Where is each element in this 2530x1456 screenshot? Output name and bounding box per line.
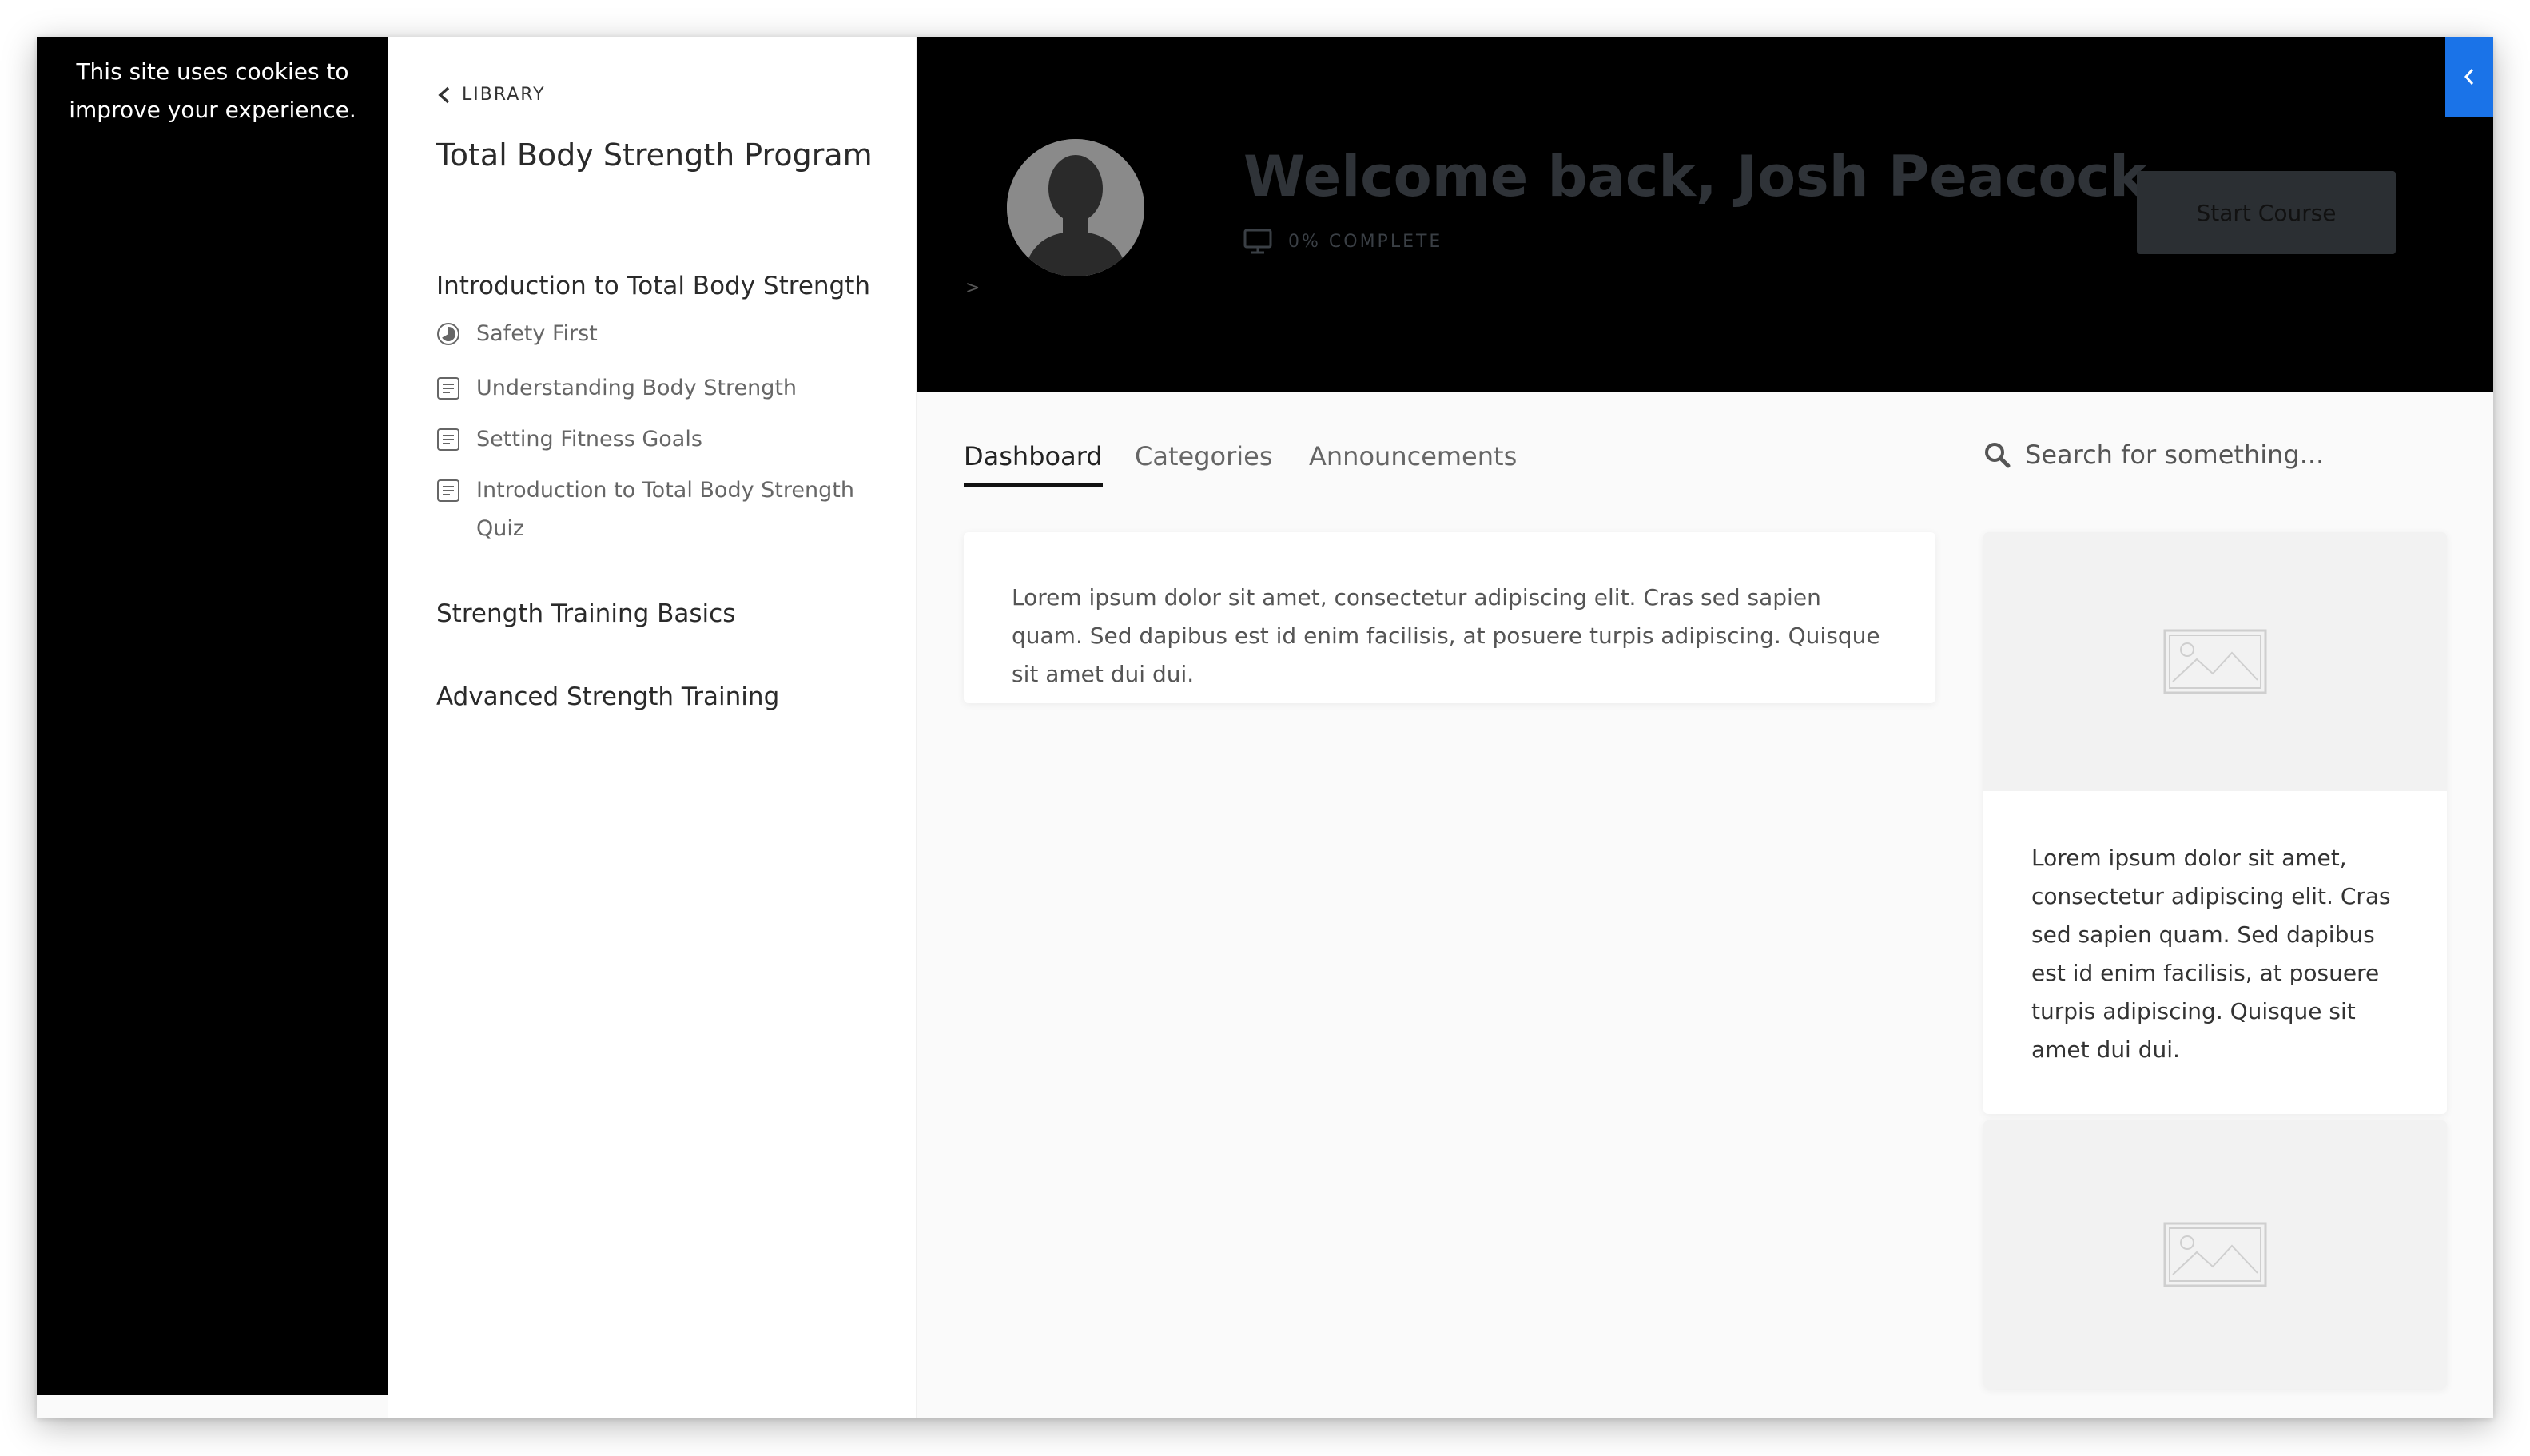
lesson-label: Setting Fitness Goals: [476, 427, 702, 452]
chevron-left-icon: [438, 86, 450, 103]
document-icon: [437, 377, 459, 400]
user-silhouette-icon: [1007, 139, 1144, 276]
image-placeholder: [1983, 532, 2447, 791]
cookie-notice-text: This site uses cookies to improve your e…: [69, 58, 356, 123]
lesson-item[interactable]: Understanding Body Strength: [436, 369, 868, 408]
app-window: This site uses cookies to improve your e…: [37, 37, 2493, 1418]
side-card-text: Lorem ipsum dolor sit amet, consectetur …: [2031, 845, 2391, 1063]
dashboard-card: Lorem ipsum dolor sit amet, consectetur …: [964, 532, 1935, 703]
avatar: [1007, 139, 1144, 276]
course-title: Total Body Strength Program: [436, 137, 873, 173]
side-card[interactable]: Lorem ipsum dolor sit amet, consectetur …: [1983, 532, 2447, 1114]
back-link-label: LIBRARY: [462, 85, 546, 105]
course-progress: 0% COMPLETE: [1243, 229, 1442, 254]
progress-circle-icon: [437, 323, 459, 345]
progress-text: 0% COMPLETE: [1288, 231, 1443, 252]
section-advanced[interactable]: Advanced Strength Training: [436, 682, 779, 711]
course-sidebar: LIBRARY Total Body Strength Program Intr…: [388, 37, 917, 1418]
tab-categories[interactable]: Categories: [1135, 441, 1272, 483]
collapse-sidebar-button[interactable]: [2445, 37, 2493, 117]
course-header-banner: > Welcome back, Josh Peacock 0% COMPLETE…: [917, 37, 2493, 392]
lesson-label: Understanding Body Strength: [476, 376, 798, 400]
lesson-item[interactable]: Safety First: [436, 315, 868, 353]
monitor-icon: [1243, 229, 1272, 254]
document-icon: [437, 428, 459, 451]
welcome-heading: Welcome back, Josh Peacock: [1243, 144, 2147, 209]
lesson-item[interactable]: Introduction to Total Body Strength Quiz: [436, 471, 868, 548]
image-placeholder-icon: [2163, 629, 2267, 694]
back-to-library-link[interactable]: LIBRARY: [436, 85, 546, 105]
search-icon: [1985, 443, 2011, 468]
lesson-label: Introduction to Total Body Strength Quiz: [476, 478, 854, 541]
image-placeholder-icon: [2163, 1222, 2267, 1287]
search-box: [1983, 440, 2431, 470]
image-placeholder: [1983, 1120, 2447, 1389]
lesson-item[interactable]: Setting Fitness Goals: [436, 420, 868, 459]
side-card[interactable]: [1983, 1120, 2447, 1389]
lesson-label: Safety First: [476, 321, 598, 346]
start-course-button[interactable]: Start Course: [2137, 171, 2396, 254]
section-intro[interactable]: Introduction to Total Body Strength: [436, 272, 870, 300]
search-input[interactable]: [2025, 440, 2409, 470]
section-basics[interactable]: Strength Training Basics: [436, 599, 735, 628]
cookie-notice: This site uses cookies to improve your e…: [37, 37, 388, 1395]
dashboard-card-text: Lorem ipsum dolor sit amet, consectetur …: [1012, 584, 1880, 687]
tab-dashboard[interactable]: Dashboard: [964, 441, 1103, 487]
chevron-left-icon: [2464, 69, 2474, 85]
tab-announcements[interactable]: Announcements: [1309, 441, 1517, 483]
caret-marker: >: [965, 278, 981, 298]
document-icon: [437, 479, 459, 502]
